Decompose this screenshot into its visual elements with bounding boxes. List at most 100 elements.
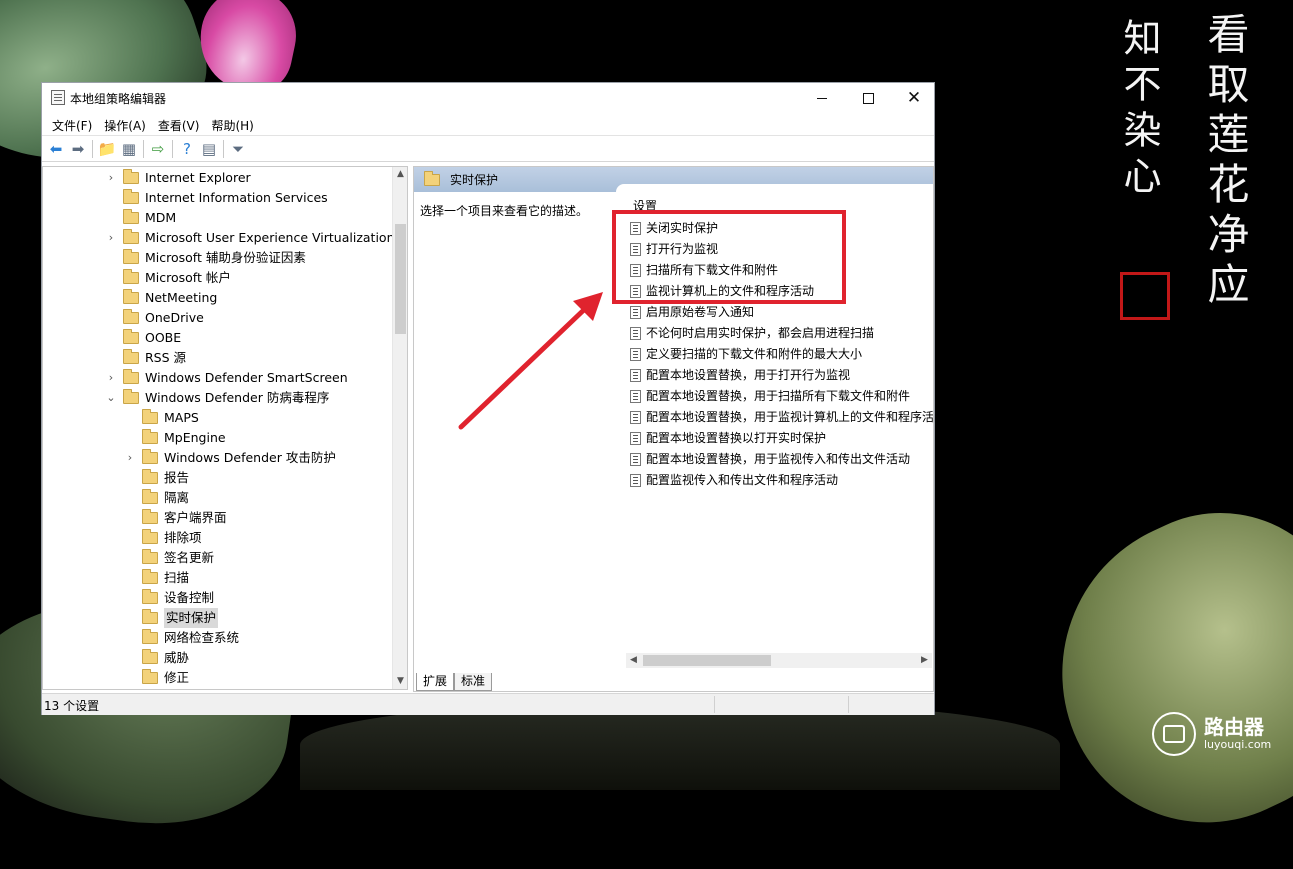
chevron-right-icon[interactable]: ›: [105, 368, 117, 388]
title-bar[interactable]: 本地组策略编辑器 ✕: [42, 83, 934, 113]
tree-pane[interactable]: 修正 威胁 网络检查系统 实时保护 设备控制 扫描 签名更新 排除项 客户端界面 隔离 报告 › Win…: [42, 166, 408, 690]
scrollbar-thumb[interactable]: [395, 224, 406, 334]
setting-item[interactable]: 配置本地设置替换，用于监视计算机上的文件和程序活: [630, 407, 934, 428]
status-text: 13 个设置: [44, 699, 100, 713]
tree-item[interactable]: MpEngine: [124, 428, 226, 448]
tree-item[interactable]: MAPS: [124, 408, 199, 428]
policy-setting-icon: [630, 348, 641, 361]
tree-vertical-scrollbar[interactable]: ▲ ▼: [392, 167, 407, 689]
tree-item[interactable]: 排除项: [124, 528, 202, 548]
details-header-title: 实时保护: [450, 173, 499, 187]
tree-item[interactable]: 客户端界面: [124, 508, 227, 528]
back-arrow-icon[interactable]: ⬅: [45, 138, 67, 160]
setting-item[interactable]: 配置本地设置替换，用于打开行为监视: [630, 365, 850, 386]
setting-item[interactable]: 配置监视传入和传出文件和程序活动: [630, 470, 838, 491]
policy-setting-icon: [630, 369, 641, 382]
tree-item[interactable]: MDM: [105, 208, 176, 228]
tree-item[interactable]: 修正: [124, 668, 189, 688]
chevron-down-icon[interactable]: ⌄: [105, 388, 117, 408]
setting-item[interactable]: 配置本地设置替换，用于监视传入和传出文件活动: [630, 449, 910, 470]
tree-item[interactable]: 隔离: [124, 488, 189, 508]
tree-item[interactable]: OOBE: [105, 328, 181, 348]
tree-item[interactable]: 实时保护: [124, 608, 219, 628]
tree-item[interactable]: Microsoft 帐户: [105, 268, 231, 288]
chevron-right-icon[interactable]: ›: [124, 448, 136, 468]
setting-item[interactable]: 定义要扫描的下载文件和附件的最大大小: [630, 344, 862, 365]
setting-item[interactable]: 配置本地设置替换，用于扫描所有下载文件和附件: [630, 386, 910, 407]
folder-icon: [142, 469, 158, 484]
red-arrow-icon: [458, 292, 603, 430]
tree-item-label: 网络检查系统: [164, 630, 240, 645]
setting-item[interactable]: 不论何时启用实时保护，都会启用进程扫描: [630, 323, 874, 344]
policy-setting-icon: [630, 432, 641, 445]
setting-item[interactable]: 启用原始卷写入通知: [630, 302, 754, 323]
tree-item-label: 签名更新: [164, 550, 215, 565]
tree-item[interactable]: › Internet Explorer: [105, 168, 251, 188]
folder-icon: [142, 569, 158, 584]
close-button[interactable]: ✕: [891, 83, 937, 113]
setting-label: 配置本地设置替换，用于监视计算机上的文件和程序活: [646, 410, 934, 424]
maximize-button[interactable]: [845, 83, 891, 113]
menu-file[interactable]: 文件(F): [46, 113, 98, 135]
settings-horizontal-scrollbar[interactable]: ◀ ▶: [626, 653, 932, 668]
tree-item[interactable]: › Microsoft User Experience Virtualizatio…: [105, 228, 395, 248]
minimize-icon: [817, 97, 827, 99]
scrollbar-thumb[interactable]: [643, 655, 771, 666]
tree-item[interactable]: › Windows Defender SmartScreen: [105, 368, 348, 388]
red-seal-stamp: [1120, 272, 1170, 320]
export-list-icon[interactable]: ⇨: [147, 138, 169, 160]
chevron-right-icon[interactable]: ›: [105, 168, 117, 188]
tree-item[interactable]: 报告: [124, 468, 189, 488]
tree-item[interactable]: 网络检查系统: [124, 628, 239, 648]
setting-item[interactable]: 配置本地设置替换以打开实时保护: [630, 428, 826, 449]
tree-item[interactable]: › Windows Defender 攻击防护: [124, 448, 336, 468]
scroll-up-icon[interactable]: ▲: [393, 167, 407, 182]
tree-item[interactable]: ⌄ Windows Defender 防病毒程序: [105, 388, 329, 408]
tree-item[interactable]: OneDrive: [105, 308, 204, 328]
tab-standard[interactable]: 标准: [454, 673, 493, 691]
up-folder-icon[interactable]: 📁: [96, 138, 118, 160]
scroll-right-icon[interactable]: ▶: [917, 653, 932, 668]
folder-icon: [142, 449, 158, 464]
tree-item[interactable]: NetMeeting: [105, 288, 217, 308]
forward-arrow-icon[interactable]: ➡: [67, 138, 89, 160]
scroll-down-icon[interactable]: ▼: [393, 674, 407, 689]
tree-item[interactable]: 签名更新: [124, 548, 214, 568]
folder-icon: [142, 669, 158, 684]
window-title: 本地组策略编辑器: [70, 92, 167, 106]
tab-extended[interactable]: 扩展: [416, 673, 455, 691]
tree-item[interactable]: 威胁: [124, 648, 189, 668]
folder-icon: [424, 170, 440, 186]
highlight-box: [612, 210, 846, 304]
toolbar: ⬅ ➡ 📁 ▦ ⇨ ? ▤ ⏷: [42, 135, 934, 162]
menu-action[interactable]: 操作(A): [98, 113, 152, 135]
tree-item[interactable]: 设备控制: [124, 588, 214, 608]
menu-view[interactable]: 查看(V): [152, 113, 206, 135]
menu-help[interactable]: 帮助(H): [205, 113, 259, 135]
setting-label: 不论何时启用实时保护，都会启用进程扫描: [646, 326, 875, 340]
folder-icon: [142, 629, 158, 644]
tree-item[interactable]: Internet Information Services: [105, 188, 328, 208]
properties-icon[interactable]: ▤: [198, 138, 220, 160]
menu-bar: 文件(F) 操作(A) 查看(V) 帮助(H): [42, 113, 934, 135]
toolbar-separator: [223, 139, 224, 158]
policy-setting-icon: [630, 327, 641, 340]
show-hide-tree-icon[interactable]: ▦: [118, 138, 140, 160]
router-logo-icon: [1152, 712, 1196, 756]
filter-icon[interactable]: ⏷: [227, 138, 249, 160]
tree-item[interactable]: 扫描: [124, 568, 189, 588]
tree-item-label: 排除项: [164, 530, 202, 545]
scroll-left-icon[interactable]: ◀: [626, 653, 641, 668]
folder-icon: [142, 649, 158, 664]
tree-item-label: 客户端界面: [164, 510, 227, 525]
policy-setting-icon: [630, 474, 641, 487]
tree-item[interactable]: Microsoft 辅助身份验证因素: [105, 248, 306, 268]
minimize-button[interactable]: [799, 83, 845, 113]
help-icon[interactable]: ?: [176, 138, 198, 160]
tree-item[interactable]: RSS 源: [105, 348, 186, 368]
chevron-right-icon[interactable]: ›: [105, 228, 117, 248]
setting-label: 配置本地设置替换以打开实时保护: [646, 431, 827, 445]
tree-item-label: 实时保护: [164, 608, 219, 628]
folder-icon: [142, 549, 158, 564]
tree-item-label: Windows Defender SmartScreen: [145, 370, 348, 385]
